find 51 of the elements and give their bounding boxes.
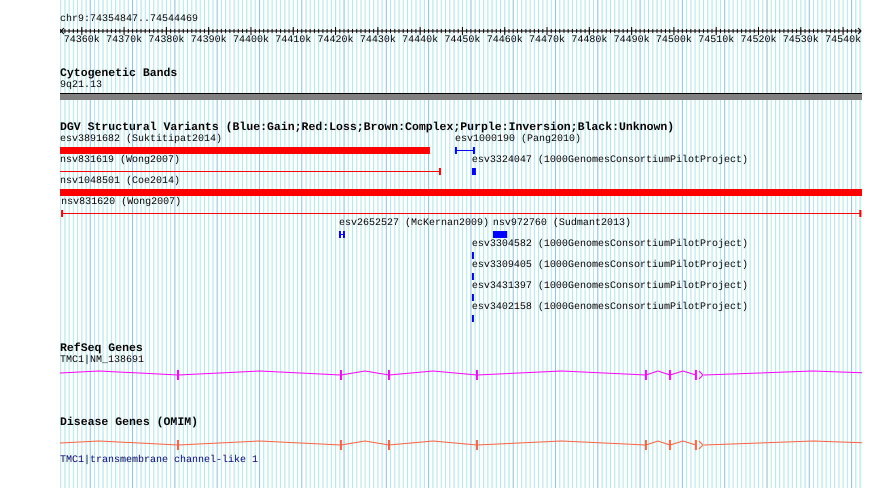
variant-span[interactable]: [338, 231, 345, 238]
variant-bar[interactable]: [492, 231, 508, 238]
variant-bar[interactable]: [472, 273, 474, 280]
gene-model-drawing[interactable]: [60, 440, 862, 450]
variant-span[interactable]: [454, 147, 475, 154]
ruler-tick-label: 74540k: [825, 35, 862, 47]
ruler-tick-label: 74510k: [698, 35, 734, 47]
variant-label[interactable]: esv3304582 (1000GenomesConsortiumPilotProject): [472, 239, 748, 251]
variant-label[interactable]: esv3431397 (1000GenomesConsortiumPilotProject): [472, 281, 748, 293]
ruler-tick-label: 74430k: [360, 35, 396, 47]
variant-label[interactable]: nsv972760 (Sudmant2013): [492, 218, 631, 230]
ruler-tick-label: 74500k: [656, 35, 692, 47]
variant-bar[interactable]: [472, 294, 474, 301]
variant-label[interactable]: esv1000190 (Pang2010): [454, 134, 581, 146]
ruler-tick-label: 74470k: [529, 35, 566, 47]
gene-label[interactable]: TMC1|NM_138691: [60, 355, 144, 367]
variant-label[interactable]: nsv831619 (Wong2007): [60, 155, 180, 167]
ruler-tick-label: 74520k: [740, 35, 776, 47]
band-label: 9q21.13: [60, 80, 102, 92]
variant-label[interactable]: nsv1048501 (Coe2014): [60, 176, 180, 188]
ruler-tick-label: 74440k: [402, 35, 438, 47]
ruler-tick-label: 74480k: [571, 35, 608, 47]
variant-label[interactable]: esv3402158 (1000GenomesConsortiumPilotProject): [472, 302, 748, 314]
ruler-tick-label: 74400k: [232, 35, 269, 47]
ruler-tick-label: 74390k: [190, 35, 227, 47]
variant-bar[interactable]: [472, 168, 476, 175]
variant-label[interactable]: nsv831620 (Wong2007): [61, 197, 182, 209]
variant-label[interactable]: esv2652527 (McKernan2009): [338, 218, 489, 230]
track-title[interactable]: Cytogenetic Bands: [60, 68, 178, 80]
track-title[interactable]: RefSeq Genes: [60, 343, 143, 355]
variant-span[interactable]: [60, 168, 441, 175]
ruler-tick-label: 74360k: [64, 35, 100, 47]
ruler-tick-label: 74370k: [106, 35, 142, 47]
variant-bar[interactable]: [472, 252, 474, 259]
variant-label[interactable]: esv3309405 (1000GenomesConsortiumPilotProject): [472, 260, 748, 272]
track-title[interactable]: Disease Genes (OMIM): [60, 417, 198, 429]
variant-span[interactable]: [61, 210, 862, 217]
variant-bar[interactable]: [472, 315, 474, 322]
gene-label[interactable]: TMC1|transmembrane channel-like 1: [60, 455, 258, 467]
genomic-position: chr9:74354847..74544469: [60, 14, 198, 26]
ruler-tick-label: 74450k: [444, 35, 480, 47]
ruler-tick-label: 74530k: [782, 35, 819, 47]
ruler-tick-label: 74380k: [148, 35, 184, 47]
track-title[interactable]: DGV Structural Variants (Blue:Gain;Red:Loss;Brown:Complex;Purple:Inversion;Black:Unknown): [60, 122, 674, 134]
ruler-tick-label: 74490k: [614, 35, 650, 47]
gene-model-drawing[interactable]: [60, 370, 862, 380]
ruler-tick-label: 74460k: [486, 35, 523, 47]
variant-label[interactable]: esv3891682 (Suktitipat2014): [60, 134, 222, 146]
ruler-tick-label: 74410k: [275, 35, 312, 47]
variant-label[interactable]: esv3324047 (1000GenomesConsortiumPilotProject): [472, 155, 748, 167]
ruler-tick-label: 74420k: [318, 35, 354, 47]
